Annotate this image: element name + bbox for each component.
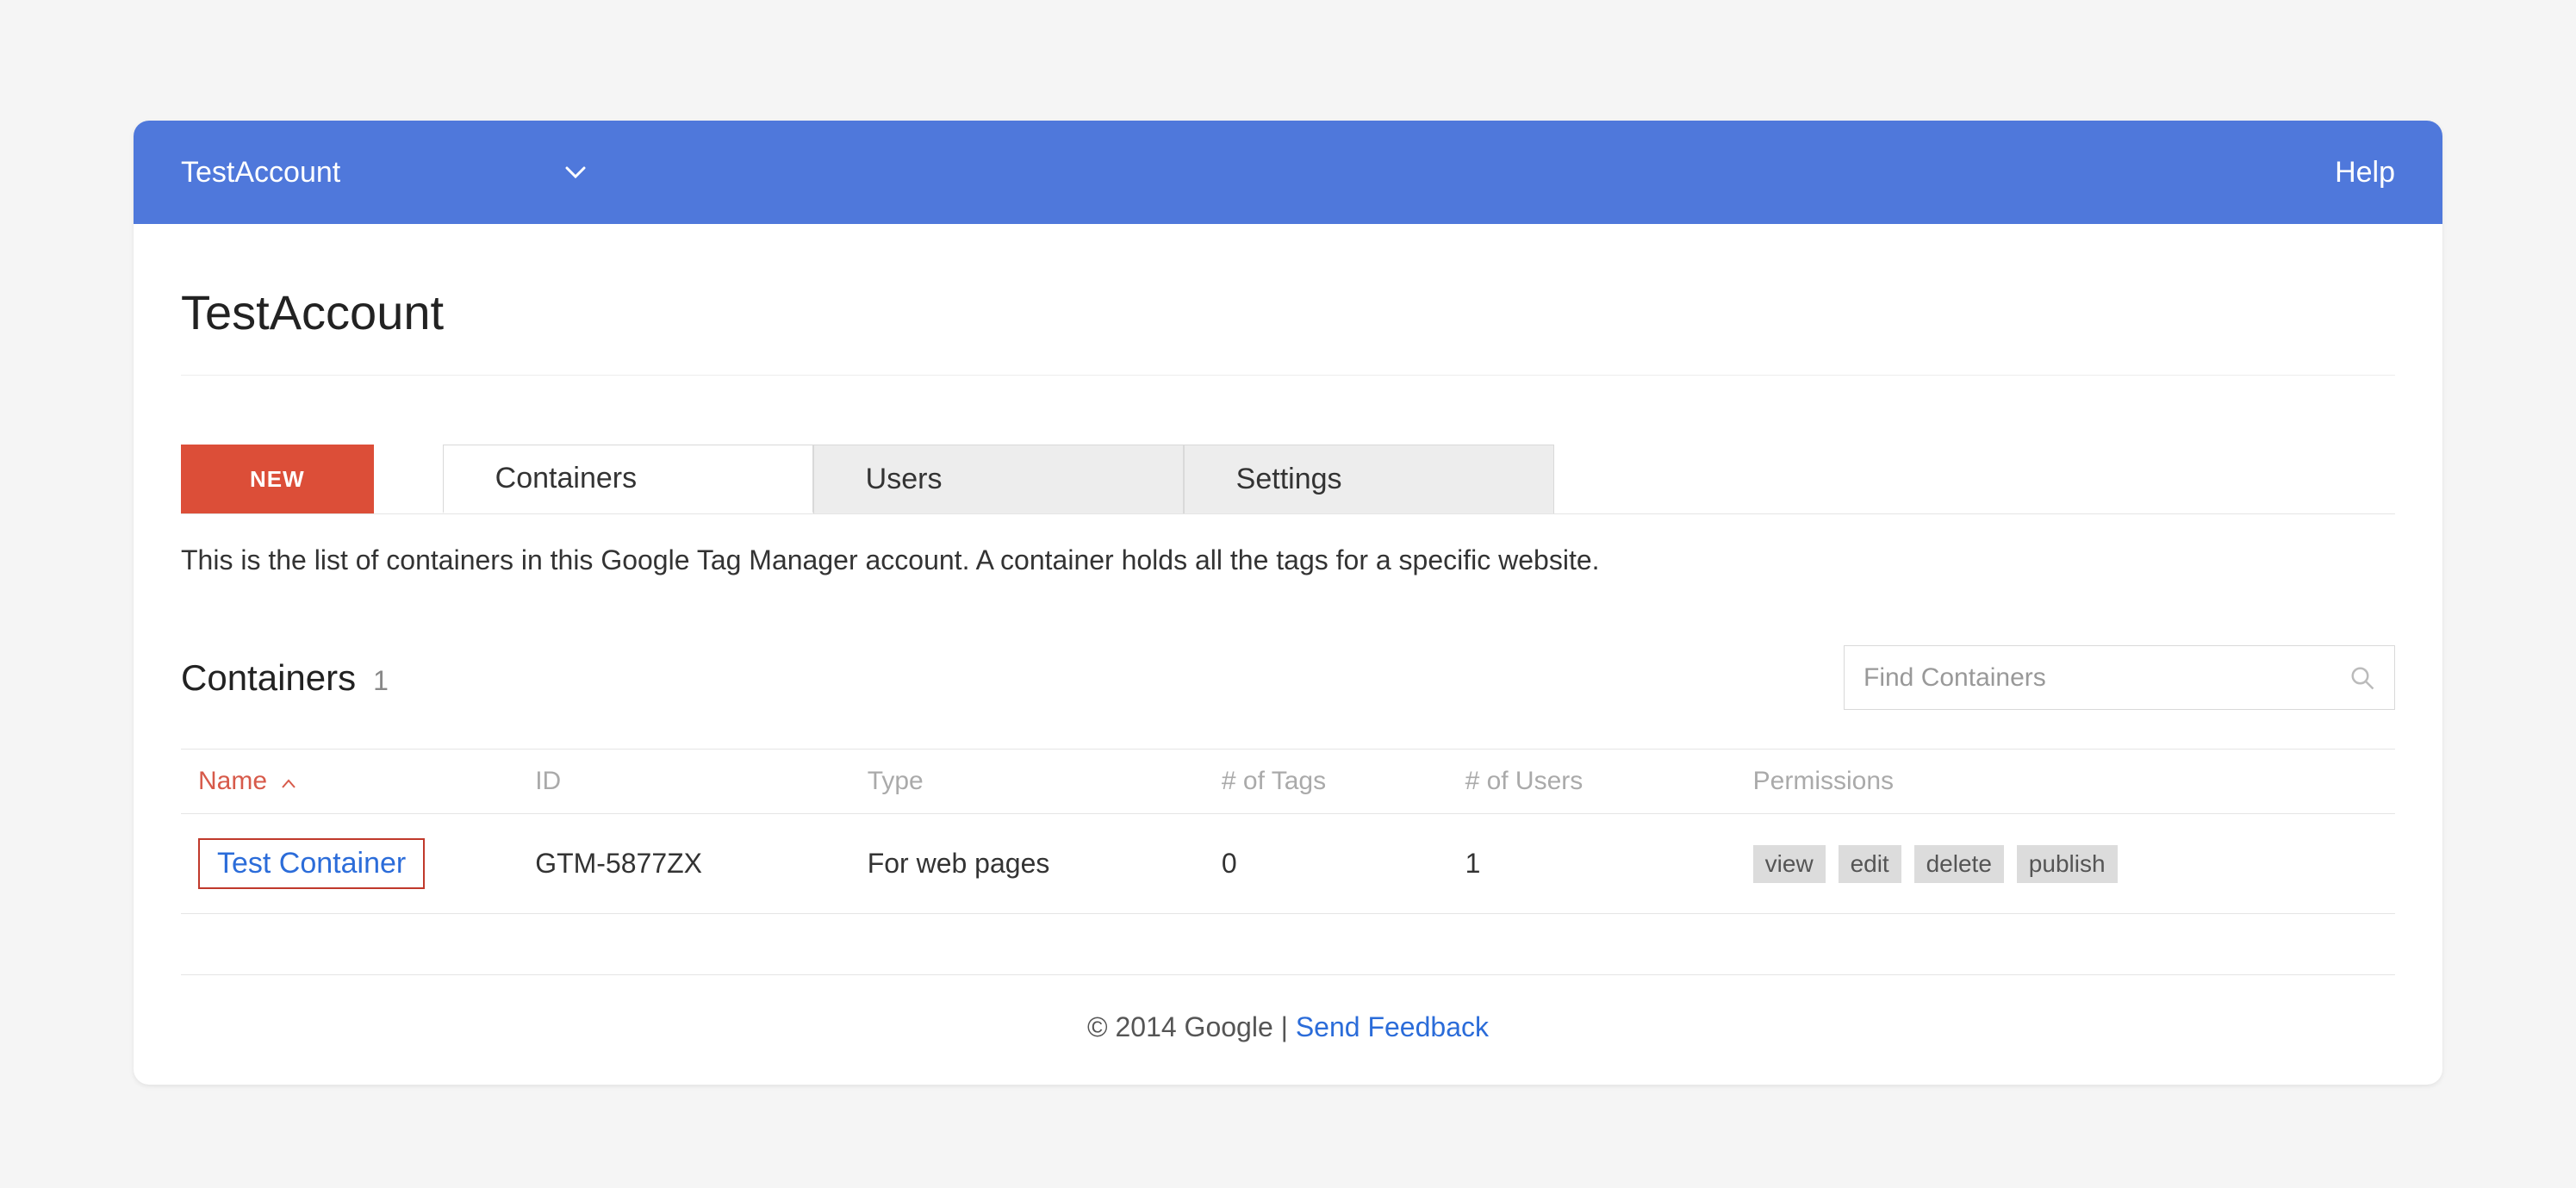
col-header-label: Name xyxy=(198,767,267,795)
cell-users: 1 xyxy=(1465,814,1753,914)
cell-id: GTM-5877ZX xyxy=(535,814,868,914)
cell-permissions: view edit delete publish xyxy=(1753,814,2395,914)
list-title-wrap: Containers 1 xyxy=(181,657,389,699)
permission-edit[interactable]: edit xyxy=(1839,845,1901,883)
cell-tags: 0 xyxy=(1222,814,1465,914)
table-row: Test Container GTM-5877ZX For web pages … xyxy=(181,814,2395,914)
list-count: 1 xyxy=(373,665,389,697)
col-header-tags[interactable]: # of Tags xyxy=(1222,749,1465,814)
tab-label: Users xyxy=(866,463,943,496)
app-window: TestAccount Help TestAccount NEW Contain… xyxy=(134,121,2442,1085)
col-header-id[interactable]: ID xyxy=(535,749,868,814)
new-button[interactable]: NEW xyxy=(181,445,374,513)
sort-asc-icon xyxy=(281,779,296,789)
send-feedback-link[interactable]: Send Feedback xyxy=(1296,1011,1489,1042)
col-header-name[interactable]: Name xyxy=(181,749,535,814)
col-header-type[interactable]: Type xyxy=(868,749,1222,814)
col-header-permissions[interactable]: Permissions xyxy=(1753,749,2395,814)
cell-type: For web pages xyxy=(868,814,1222,914)
tab-users[interactable]: Users xyxy=(813,445,1184,513)
col-header-users[interactable]: # of Users xyxy=(1465,749,1753,814)
account-switcher[interactable]: TestAccount xyxy=(181,156,587,190)
topbar: TestAccount Help xyxy=(134,121,2442,224)
container-link-highlight: Test Container xyxy=(198,838,425,889)
search-icon xyxy=(2349,665,2375,691)
list-title: Containers xyxy=(181,657,356,699)
page-title: TestAccount xyxy=(181,284,2395,376)
tabs-row: NEW Containers Users Settings xyxy=(181,445,2395,514)
tab-settings[interactable]: Settings xyxy=(1184,445,1554,513)
footer: © 2014 Google | Send Feedback xyxy=(181,974,2395,1085)
tab-description: This is the list of containers in this G… xyxy=(181,544,2395,576)
account-name: TestAccount xyxy=(181,156,340,190)
list-header: Containers 1 xyxy=(181,645,2395,710)
chevron-down-icon xyxy=(564,161,587,183)
tab-label: Containers xyxy=(495,462,637,495)
tab-label: Settings xyxy=(1236,463,1342,496)
containers-table: Name ID Type # of Tags # of Users Permis… xyxy=(181,749,2395,914)
footer-divider: | xyxy=(1273,1011,1296,1042)
tab-containers[interactable]: Containers xyxy=(443,445,813,513)
permission-view[interactable]: view xyxy=(1753,845,1826,883)
help-link[interactable]: Help xyxy=(2335,156,2395,190)
cell-name: Test Container xyxy=(181,814,535,914)
search-input[interactable] xyxy=(1864,663,2349,693)
footer-copyright: © 2014 Google xyxy=(1087,1011,1273,1042)
search-box[interactable] xyxy=(1844,645,2395,710)
permission-delete[interactable]: delete xyxy=(1914,845,2004,883)
container-link[interactable]: Test Container xyxy=(217,847,406,880)
table-header-row: Name ID Type # of Tags # of Users Permis… xyxy=(181,749,2395,814)
content-area: TestAccount NEW Containers Users Setting… xyxy=(134,224,2442,1085)
permission-publish[interactable]: publish xyxy=(2017,845,2118,883)
